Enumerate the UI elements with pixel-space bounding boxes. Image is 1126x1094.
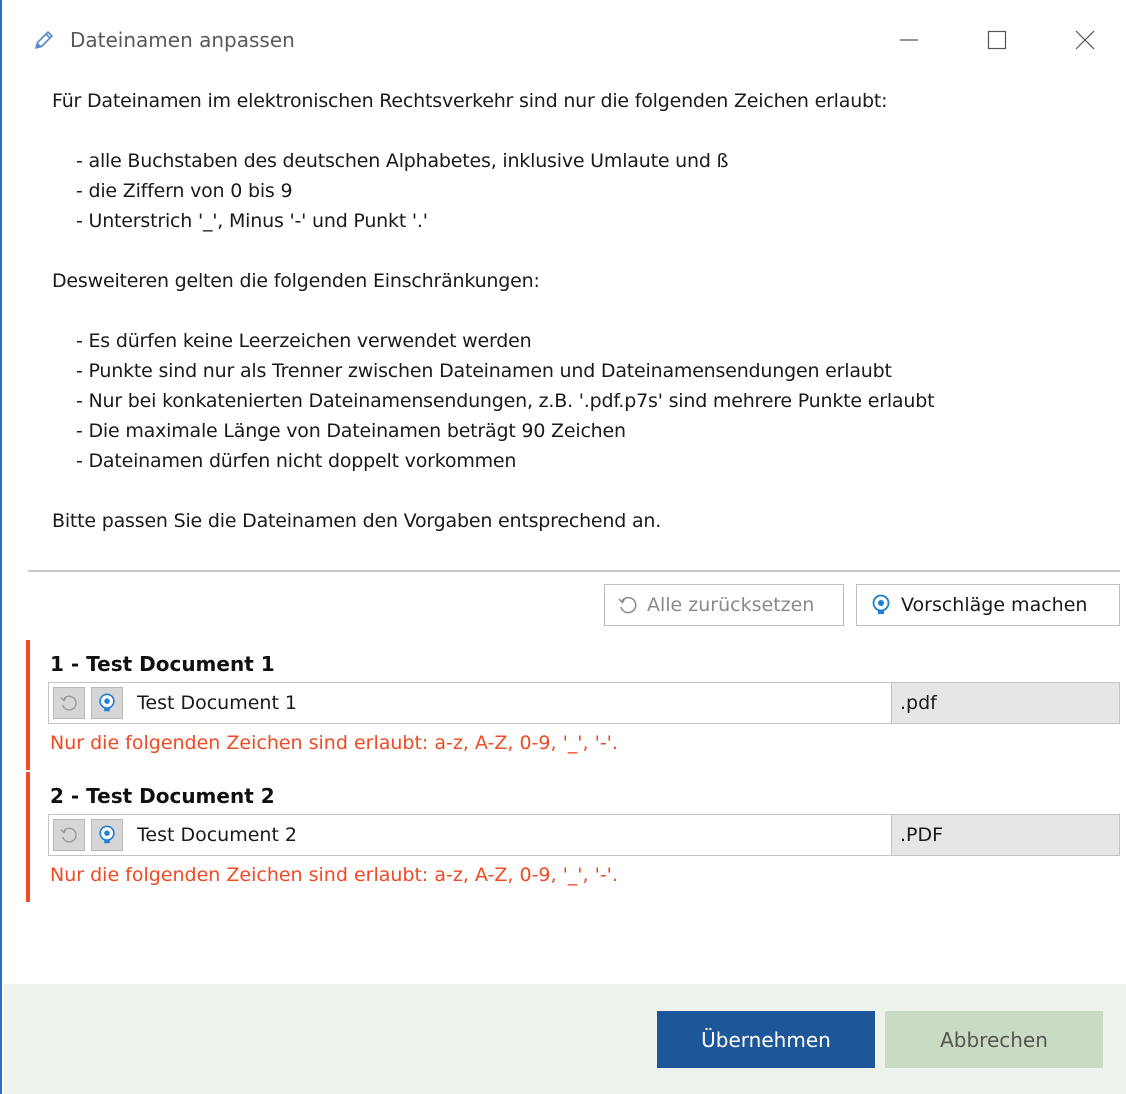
divider xyxy=(28,570,1120,572)
document-entry: 1 - Test Document 1 .pdf Nur die folgend… xyxy=(26,640,1120,770)
list-item: - die Ziffern von 0 bis 9 xyxy=(76,180,293,202)
suggest-document-button[interactable] xyxy=(91,819,123,851)
allowed-characters-list: - alle Buchstaben des deutschen Alphabet… xyxy=(52,146,1102,236)
title-bar: Dateinamen anpassen xyxy=(2,8,1126,66)
lightbulb-icon xyxy=(99,693,115,712)
reset-icon xyxy=(60,695,77,711)
close-button[interactable] xyxy=(1062,20,1108,60)
document-title: 2 - Test Document 2 xyxy=(50,784,275,808)
info-closing: Bitte passen Sie die Dateinamen den Vorg… xyxy=(52,510,662,532)
apply-button[interactable]: Übernehmen xyxy=(657,1011,875,1068)
minimize-button[interactable] xyxy=(886,20,932,60)
document-entry: 2 - Test Document 2 .PDF Nur die folgend… xyxy=(26,772,1120,902)
filename-input[interactable] xyxy=(131,683,889,723)
minimize-icon xyxy=(900,39,918,41)
dialog-window: Dateinamen anpassen Für Dateinamen im el… xyxy=(0,0,1126,1094)
reset-all-label: Alle zurücksetzen xyxy=(647,594,815,616)
reset-icon xyxy=(60,827,77,843)
restrictions-title: Desweiteren gelten die folgenden Einschr… xyxy=(52,270,540,292)
list-item: - Es dürfen keine Leerzeichen verwendet … xyxy=(76,330,532,352)
reset-document-button[interactable] xyxy=(53,819,85,851)
window-title: Dateinamen anpassen xyxy=(70,28,295,52)
list-item: - Dateinamen dürfen nicht doppelt vorkom… xyxy=(76,450,517,472)
info-intro: Für Dateinamen im elektronischen Rechtsv… xyxy=(52,90,888,112)
pencil-icon xyxy=(32,28,56,52)
info-text: Für Dateinamen im elektronischen Rechtsv… xyxy=(52,86,1102,536)
document-row: .pdf xyxy=(48,682,1120,724)
extension-field: .pdf xyxy=(891,683,1119,723)
list-item: - alle Buchstaben des deutschen Alphabet… xyxy=(76,150,729,172)
maximize-button[interactable] xyxy=(974,20,1020,60)
cancel-button[interactable]: Abbrechen xyxy=(885,1011,1103,1068)
suggest-label: Vorschläge machen xyxy=(901,594,1088,616)
list-item: - Die maximale Länge von Dateinamen betr… xyxy=(76,420,626,442)
reset-all-button[interactable]: Alle zurücksetzen xyxy=(604,584,844,626)
extension-field: .PDF xyxy=(891,815,1119,855)
error-message: Nur die folgenden Zeichen sind erlaubt: … xyxy=(50,732,618,754)
list-item: - Nur bei konkatenierten Dateinamensendu… xyxy=(76,390,935,412)
document-row: .PDF xyxy=(48,814,1120,856)
suggest-button[interactable]: Vorschläge machen xyxy=(856,584,1120,626)
list-item: - Punkte sind nur als Trenner zwischen D… xyxy=(76,360,892,382)
suggest-document-button[interactable] xyxy=(91,687,123,719)
filename-input[interactable] xyxy=(131,815,889,855)
maximize-icon xyxy=(987,30,1007,50)
restrictions-list: - Es dürfen keine Leerzeichen verwendet … xyxy=(52,326,1102,476)
lightbulb-icon xyxy=(872,594,890,614)
reset-icon xyxy=(618,596,637,614)
lightbulb-icon xyxy=(99,825,115,844)
close-icon xyxy=(1075,30,1095,50)
error-message: Nur die folgenden Zeichen sind erlaubt: … xyxy=(50,864,618,886)
list-item: - Unterstrich '_', Minus '-' und Punkt '… xyxy=(76,210,428,232)
document-title: 1 - Test Document 1 xyxy=(50,652,275,676)
reset-document-button[interactable] xyxy=(53,687,85,719)
